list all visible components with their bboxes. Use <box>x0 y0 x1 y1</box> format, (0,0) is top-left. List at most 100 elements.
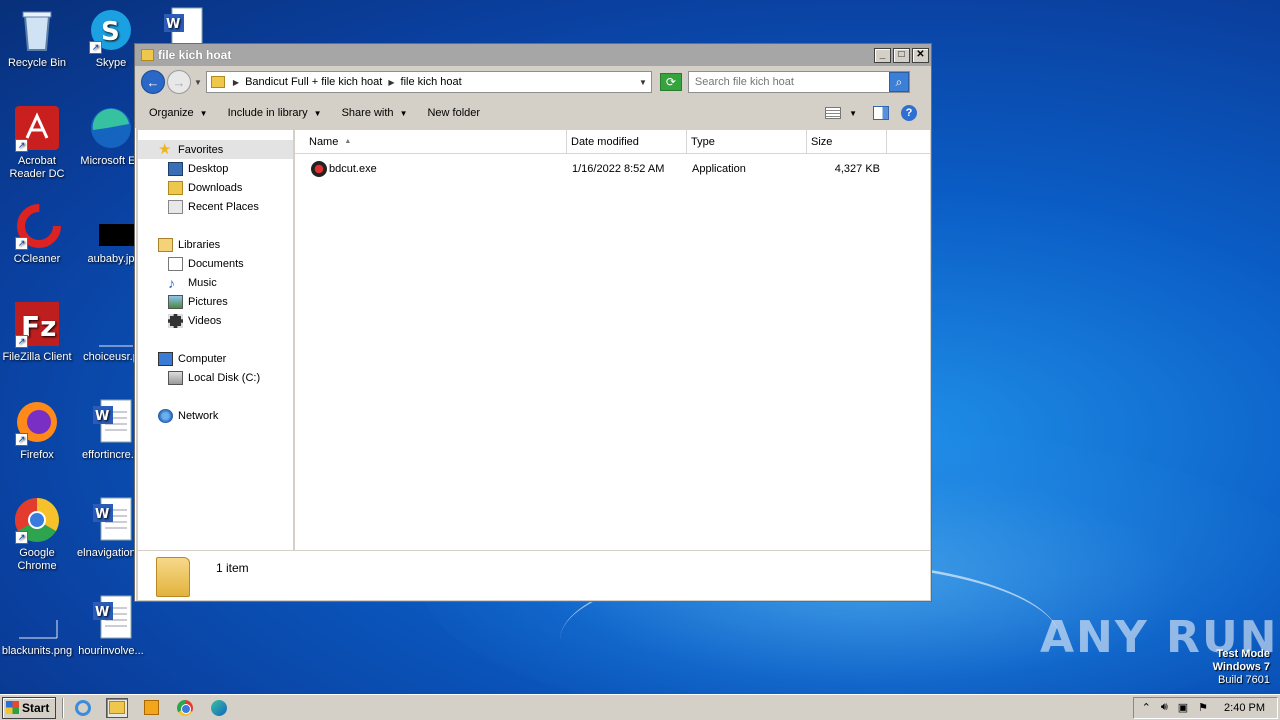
action-center-flag-icon[interactable]: ⚑ <box>1198 701 1208 714</box>
taskbar: Start ⌃ 🔊︎ ▣ ⚑ 2:40 PM <box>0 694 1280 720</box>
test-mode-watermark: Test Mode Windows 7 Build 7601 <box>1213 648 1270 687</box>
desktop-icon-label: Acrobat <box>18 155 56 167</box>
navigation-pane[interactable]: ★ Favorites Desktop Downloads Recent Plac… <box>138 130 295 590</box>
nav-pictures[interactable]: Pictures <box>138 292 293 311</box>
svg-text:W: W <box>95 507 109 522</box>
svg-text:W: W <box>166 17 180 32</box>
nav-favorites[interactable]: ★ Favorites <box>138 140 293 159</box>
explorer-window[interactable]: file kich hoat _ □ ✕ ← → ▼ ▶ Bandicut Fu… <box>134 43 932 602</box>
network-tray-icon[interactable]: ▣ <box>1178 701 1188 714</box>
taskbar-internet-explorer[interactable] <box>72 698 94 718</box>
clock[interactable]: 2:40 PM <box>1224 702 1265 714</box>
taskbar-chrome[interactable] <box>174 698 196 718</box>
refresh-button[interactable]: ⟳ <box>659 73 682 91</box>
desktop-icon-filezilla[interactable]: Fz ↗ FileZilla Client <box>0 300 74 364</box>
file-row[interactable]: bdcut.exe 1/16/2022 8:52 AM Application … <box>295 158 930 180</box>
local-disk-icon <box>168 370 183 385</box>
nav-network[interactable]: Network <box>138 406 293 425</box>
recent-places-icon <box>168 199 183 214</box>
media-player-icon <box>143 700 159 715</box>
nav-recent-places[interactable]: Recent Places <box>138 197 293 216</box>
search-box: ⌕ <box>687 71 910 93</box>
address-dropdown-icon[interactable]: ▼ <box>639 78 647 87</box>
maximize-button[interactable]: □ <box>893 47 910 63</box>
desktop-icon-recycle-bin[interactable]: Recycle Bin <box>0 6 74 70</box>
search-input[interactable] <box>688 76 889 88</box>
desktop-icon-blackunits[interactable]: blackunits.png <box>0 594 74 658</box>
include-in-library-menu[interactable]: Include in library ▼ <box>228 107 322 119</box>
file-list[interactable]: Name ▲ Date modified Type Size bdcut.exe … <box>295 130 930 590</box>
desktop-icon-acrobat[interactable]: ↗ Acrobat Reader DC <box>0 104 74 181</box>
search-icon[interactable]: ⌕ <box>888 72 909 92</box>
help-icon[interactable]: ? <box>901 105 917 121</box>
taskbar-explorer[interactable] <box>106 697 128 718</box>
column-header-type[interactable]: Type <box>687 130 807 153</box>
view-options-icon[interactable] <box>825 107 842 119</box>
nav-desktop[interactable]: Desktop <box>138 159 293 178</box>
desktop-icon-chrome[interactable]: ↗ Google Chrome <box>0 496 74 573</box>
show-hidden-icons-icon[interactable]: ⌃ <box>1142 701 1151 714</box>
breadcrumb-item[interactable]: file kich hoat <box>401 76 462 88</box>
chrome-icon: ↗ <box>13 496 61 544</box>
window-titlebar[interactable]: file kich hoat _ □ ✕ <box>135 44 931 66</box>
nav-videos[interactable]: Videos <box>138 311 293 330</box>
organize-menu[interactable]: Organize ▼ <box>149 107 208 119</box>
nav-libraries[interactable]: Libraries <box>138 235 293 254</box>
preview-pane-icon[interactable] <box>873 106 889 120</box>
desktop-icon-hourinvolve[interactable]: W hourinvolve... <box>74 594 148 658</box>
watermark-line: Build 7601 <box>1218 674 1270 686</box>
explorer-content: ★ Favorites Desktop Downloads Recent Plac… <box>138 130 930 590</box>
breadcrumb-item[interactable]: Bandicut Full + file kich hoat <box>245 76 382 88</box>
column-header-date-modified[interactable]: Date modified <box>567 130 687 153</box>
libraries-icon <box>158 237 173 252</box>
column-header-name[interactable]: Name ▲ <box>295 130 567 153</box>
desktop-icon-ccleaner[interactable]: ↗ CCleaner <box>0 202 74 266</box>
view-dropdown-icon[interactable]: ▼ <box>849 109 857 118</box>
system-tray: ⌃ 🔊︎ ▣ ⚑ 2:40 PM <box>1132 696 1278 719</box>
folder-icon <box>210 76 225 88</box>
volume-icon[interactable]: 🔊︎ <box>1161 701 1168 714</box>
desktop-icon-label: Chrome <box>17 560 57 572</box>
nav-music[interactable]: ♪ Music <box>138 273 293 292</box>
breadcrumb-separator-icon[interactable]: ▶ <box>388 78 394 87</box>
folder-icon <box>141 49 154 61</box>
nav-documents[interactable]: Documents <box>138 254 293 273</box>
word-doc-icon: W <box>87 496 135 544</box>
nav-local-disk[interactable]: Local Disk (C:) <box>138 368 293 387</box>
shortcut-arrow-icon: ↗ <box>15 433 28 446</box>
firefox-icon: ↗ <box>13 398 61 446</box>
nav-computer[interactable]: Computer <box>138 349 293 368</box>
minimize-button[interactable]: _ <box>874 47 891 63</box>
shortcut-arrow-icon: ↗ <box>15 237 28 250</box>
skype-icon: S ↗ <box>87 6 135 54</box>
music-icon: ♪ <box>168 274 175 291</box>
window-title: file kich hoat <box>158 48 232 62</box>
nav-downloads[interactable]: Downloads <box>138 178 293 197</box>
recent-pages-dropdown[interactable]: ▼ <box>194 78 202 87</box>
internet-explorer-icon <box>75 699 91 716</box>
forward-button[interactable]: → <box>167 70 191 94</box>
details-pane: 1 item <box>138 550 930 600</box>
image-file-icon <box>87 202 135 250</box>
desktop-icon-label: CCleaner <box>13 253 61 265</box>
share-with-menu[interactable]: Share with ▼ <box>342 107 408 119</box>
breadcrumb-separator-icon[interactable]: ▶ <box>233 78 239 87</box>
address-box[interactable]: ▶ Bandicut Full + file kich hoat ▶ file … <box>205 71 652 93</box>
ccleaner-icon: ↗ <box>13 202 61 250</box>
new-folder-button[interactable]: New folder <box>427 107 480 119</box>
desktop-icon-firefox[interactable]: ↗ Firefox <box>0 398 74 462</box>
windows-logo-icon <box>6 701 19 714</box>
documents-icon <box>168 256 183 271</box>
shortcut-arrow-icon: ↗ <box>15 139 28 152</box>
desktop-icon-label: Google <box>19 547 55 559</box>
column-headers: Name ▲ Date modified Type Size <box>295 130 930 154</box>
shortcut-arrow-icon: ↗ <box>15 531 28 544</box>
close-button[interactable]: ✕ <box>912 47 929 63</box>
taskbar-media-player[interactable] <box>140 698 162 718</box>
back-button[interactable]: ← <box>141 70 165 94</box>
taskbar-edge[interactable] <box>208 698 230 718</box>
network-icon <box>158 408 173 423</box>
column-header-size[interactable]: Size <box>807 130 887 153</box>
edge-icon <box>211 699 227 716</box>
start-button[interactable]: Start <box>2 696 56 719</box>
